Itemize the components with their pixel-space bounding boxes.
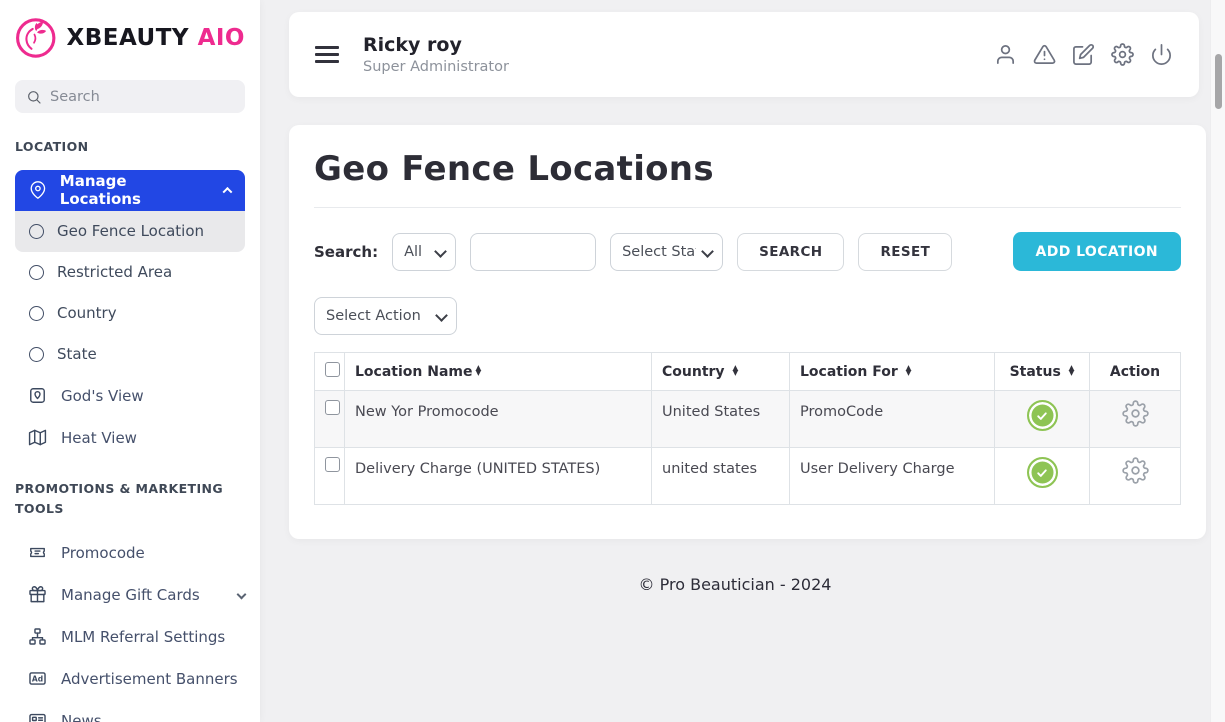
page-scrollbar-thumb[interactable] [1215,54,1222,109]
cell-country: united states [652,448,790,505]
sidebar-search [15,80,245,113]
table-row: New Yor Promocode United States PromoCod… [315,391,1181,448]
sidebar-item-gods-view[interactable]: God's View [0,375,260,417]
sitemap-icon [28,627,47,646]
select-all-checkbox[interactable] [325,362,340,377]
copyright-text: © Pro Beautician - 2024 [260,575,1210,594]
table-header-row: Location Name Country Location For Statu… [315,353,1181,391]
ad-icon [28,669,47,688]
bulk-action-select[interactable]: Select Action [314,297,457,335]
cell-location-name: New Yor Promocode [345,391,652,448]
sidebar-section-promotions: PROMOTIONS & MARKETING TOOLS [15,479,227,520]
edit-form-icon[interactable] [1072,43,1095,66]
sidebar-item-manage-locations[interactable]: Manage Locations [15,170,245,211]
content-panel: Geo Fence Locations Search: All Select S… [289,125,1206,539]
sidebar-item-country[interactable]: Country [15,293,245,334]
user-icon[interactable] [994,43,1017,66]
chevron-down-icon [237,590,247,600]
settings-gear-icon[interactable] [1111,43,1134,66]
map-pin-icon [29,181,47,199]
search-keyword-input[interactable] [470,233,596,271]
circle-icon [29,306,44,321]
sidebar-item-promocode[interactable]: Promocode [0,532,260,574]
sidebar-item-heat-view[interactable]: Heat View [0,417,260,459]
row-checkbox[interactable] [325,400,340,415]
status-select-input[interactable]: Select Status [610,233,723,271]
cell-location-name: Delivery Charge (UNITED STATES) [345,448,652,505]
column-status[interactable]: Status [995,353,1090,391]
circle-icon [29,265,44,280]
sort-icon[interactable] [475,366,481,375]
sidebar-item-geo-fence-location[interactable]: Geo Fence Location [15,211,245,252]
top-header: Ricky roy Super Administrator [289,12,1199,97]
search-label: Search: [314,243,378,261]
status-select[interactable]: Select Status [610,233,723,271]
pin-map-icon [28,386,47,405]
sidebar-section-location: LOCATION [15,137,227,158]
user-info[interactable]: Ricky roy Super Administrator [363,34,509,75]
sort-icon[interactable] [906,366,912,375]
sidebar-item-manage-gift-cards[interactable]: Manage Gift Cards [0,574,260,616]
row-settings-gear-icon[interactable] [1122,400,1149,427]
brand-logo-icon [15,14,56,62]
bulk-action-select-input[interactable]: Select Action [314,297,457,335]
sort-icon[interactable] [732,366,738,375]
sidebar: XBEAUTY AIO LOCATION Manage Locations Ge… [0,0,260,722]
folded-map-icon [28,428,47,447]
search-field-select[interactable]: All [392,233,456,271]
add-location-button[interactable]: ADD LOCATION [1013,232,1181,271]
row-checkbox[interactable] [325,457,340,472]
column-country[interactable]: Country [652,353,790,391]
hamburger-menu-icon[interactable] [315,46,339,63]
circle-icon [29,224,44,239]
page-title: Geo Fence Locations [314,149,1181,208]
newspaper-icon [28,711,47,722]
row-settings-gear-icon[interactable] [1122,457,1149,484]
user-name: Ricky roy [363,34,509,56]
sidebar-search-input[interactable] [50,89,234,105]
search-icon [26,89,42,105]
sidebar-item-label: Manage Locations [60,172,211,208]
locations-table: Location Name Country Location For Statu… [314,352,1181,505]
main-area: Ricky roy Super Administrator Geo Fence … [260,0,1210,722]
sidebar-item-advertisement-banners[interactable]: Advertisement Banners [0,658,260,700]
sort-icon[interactable] [1069,366,1075,375]
brand-name: XBEAUTY AIO [66,25,245,51]
sidebar-item-restricted-area[interactable]: Restricted Area [15,252,245,293]
cell-country: United States [652,391,790,448]
sidebar-item-news[interactable]: News [0,700,260,722]
circle-icon [29,347,44,362]
column-location-for[interactable]: Location For [790,353,995,391]
search-button[interactable]: SEARCH [737,233,844,271]
ticket-icon [28,543,47,562]
status-active-icon[interactable] [1027,457,1058,488]
alert-icon[interactable] [1033,43,1056,66]
column-action: Action [1090,353,1181,391]
table-row: Delivery Charge (UNITED STATES) united s… [315,448,1181,505]
sidebar-item-mlm-referral-settings[interactable]: MLM Referral Settings [0,616,260,658]
column-location-name[interactable]: Location Name [345,353,652,391]
gift-icon [28,585,47,604]
status-active-icon[interactable] [1027,400,1058,431]
search-field-select-input[interactable]: All [392,233,456,271]
cell-location-for: PromoCode [790,391,995,448]
reset-button[interactable]: RESET [858,233,952,271]
brand-logo[interactable]: XBEAUTY AIO [0,0,260,66]
user-role: Super Administrator [363,59,509,75]
chevron-up-icon [223,187,233,197]
power-logout-icon[interactable] [1150,43,1173,66]
sidebar-item-state[interactable]: State [15,334,245,375]
page-scrollbar-track [1210,0,1225,722]
cell-location-for: User Delivery Charge [790,448,995,505]
